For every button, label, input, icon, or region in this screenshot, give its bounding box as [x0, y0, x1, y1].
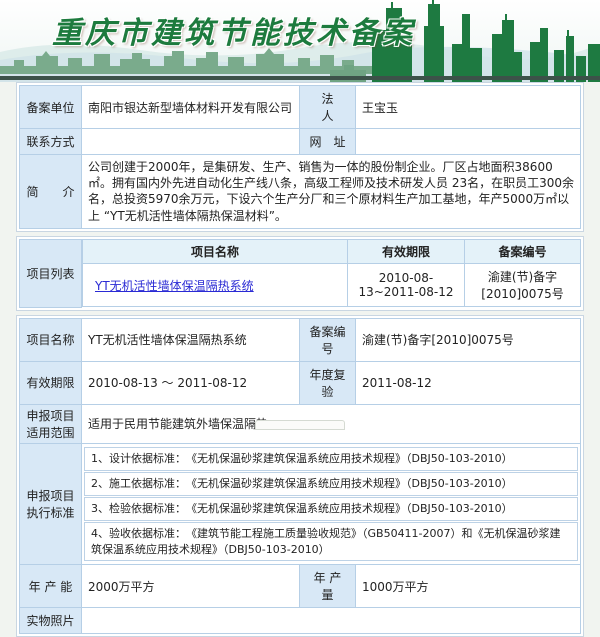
project-list-row: YT无机活性墙体保温隔热系统 2010-08-13~2011-08-12 渝建(…: [83, 264, 581, 307]
project-record-no-cell: 渝建(节)备字[2010]0075号: [465, 264, 581, 307]
project-validity-cell: 2010-08-13~2011-08-12: [348, 264, 465, 307]
label-record-no: 备案编号: [300, 318, 356, 361]
label-project-name: 项目名称: [20, 318, 82, 361]
label-record-unit: 备案单位: [20, 86, 82, 129]
value-validity: 2010-08-13 ～ 2011-08-12: [82, 361, 300, 404]
value-annual-output: 1000万平方: [356, 565, 581, 608]
column-header-project-name: 项目名称: [83, 240, 348, 264]
label-annual-review: 年度复验: [300, 361, 356, 404]
project-name-link[interactable]: YT无机活性墙体保温隔热系统: [95, 279, 254, 293]
value-annual-review: 2011-08-12: [356, 361, 581, 404]
label-validity: 有效期限: [20, 361, 82, 404]
page-banner: 重庆市建筑节能技术备案: [0, 0, 600, 82]
value-project-name: YT无机活性墙体保温隔热系统: [82, 318, 300, 361]
label-intro: 简 介: [20, 155, 82, 229]
column-header-record-no: 备案编号: [465, 240, 581, 264]
standard-item-acceptance: 4、验收依据标准： 《建筑节能工程施工质量验收规范》（GB50411-2007）…: [84, 522, 578, 562]
label-executive-standards: 申报项目执行标准: [20, 443, 82, 565]
value-intro: 公司创建于2000年，是集研发、生产、销售为一体的股份制企业。厂区占地面积386…: [82, 155, 581, 229]
page-title: 重庆市建筑节能技术备案: [52, 8, 415, 52]
value-legal-person: 王宝玉: [356, 86, 581, 129]
value-executive-standards: 1、设计依据标准： 《无机保温砂浆建筑保温系统应用技术规程》（DBJ50-103…: [82, 443, 581, 565]
company-info-table: 备案单位 南阳市银达新型墙体材料开发有限公司 法 人 王宝玉 联系方式 网 址 …: [16, 82, 584, 232]
standard-item-design: 1、设计依据标准： 《无机保温砂浆建筑保温系统应用技术规程》（DBJ50-103…: [84, 447, 578, 471]
column-header-validity: 有效期限: [348, 240, 465, 264]
label-photo: 实物照片: [20, 608, 82, 634]
value-record-no: 渝建(节)备字[2010]0075号: [356, 318, 581, 361]
standard-item-construction: 2、施工依据标准： 《无机保温砂浆建筑保温系统应用技术规程》（DBJ50-103…: [84, 472, 578, 496]
label-contact: 联系方式: [20, 129, 82, 155]
value-website: [356, 129, 581, 155]
label-website: 网 址: [300, 129, 356, 155]
project-list-table: 项目列表 项目名称 有效期限 备案编号 YT无机活性墙体保温隔热系统 2010-…: [16, 236, 584, 311]
value-photo: [82, 608, 581, 634]
label-legal-person: 法 人: [300, 86, 356, 129]
label-annual-capacity: 年 产 能: [20, 565, 82, 608]
label-annual-output: 年 产 量: [300, 565, 356, 608]
bottom-button-partial[interactable]: [255, 420, 345, 430]
project-detail-table: 项目名称 YT无机活性墙体保温隔热系统 备案编号 渝建(节)备字[2010]00…: [16, 315, 584, 637]
label-application-scope: 申报项目适用范围: [20, 404, 82, 443]
project-name-cell: YT无机活性墙体保温隔热系统: [83, 264, 348, 307]
standard-item-inspection: 3、检验依据标准： 《无机保温砂浆建筑保温系统应用技术规程》（DBJ50-103…: [84, 497, 578, 521]
value-record-unit: 南阳市银达新型墙体材料开发有限公司: [82, 86, 300, 129]
value-contact: [82, 129, 300, 155]
value-annual-capacity: 2000万平方: [82, 565, 300, 608]
label-project-list: 项目列表: [20, 239, 82, 307]
